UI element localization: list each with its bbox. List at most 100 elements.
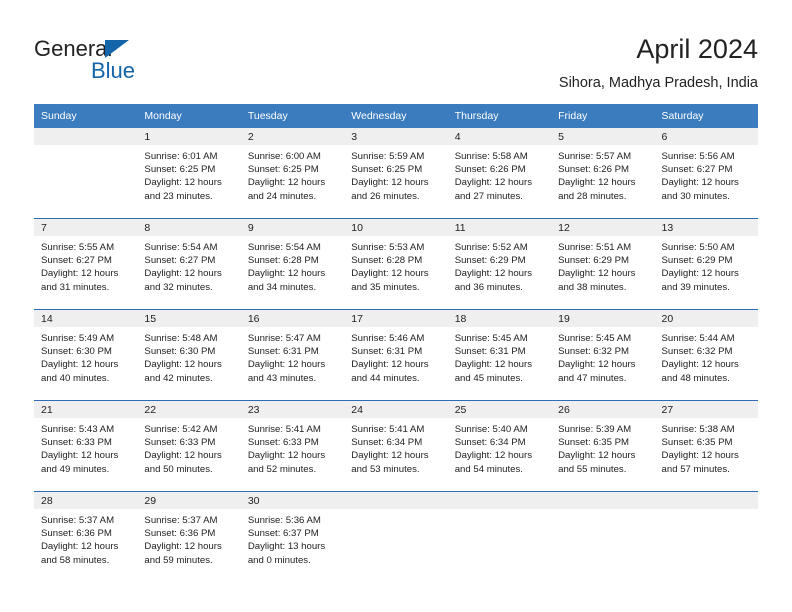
daylight-text-line2: and 55 minutes.	[558, 463, 627, 475]
daylight-text-line2: and 49 minutes.	[41, 463, 110, 475]
day-sun-info: Sunrise: 5:37 AM Sunset: 6:36 PM Daylight:…	[34, 509, 137, 567]
daylight-text-line1: Daylight: 12 hours	[558, 268, 636, 280]
day-sun-info: Sunrise: 5:53 AM Sunset: 6:28 PM Daylight:…	[344, 236, 447, 294]
day-cell[interactable]: 18 Sunrise: 5:45 AM Sunset: 6:31 PM Dayligh…	[447, 309, 552, 401]
day-number	[447, 492, 552, 509]
day-cell[interactable]: 9 Sunrise: 5:54 AM Sunset: 6:28 PM Daylight…	[240, 218, 345, 310]
day-number: 26	[551, 401, 655, 418]
day-cell[interactable]: 10 Sunrise: 5:53 AM Sunset: 6:28 PM Dayligh…	[344, 218, 448, 310]
day-sun-info: Sunrise: 5:54 AM Sunset: 6:28 PM Daylight:…	[241, 236, 344, 294]
day-cell[interactable]: 30 Sunrise: 5:36 AM Sunset: 6:37 PM Dayligh…	[240, 491, 345, 582]
calendar-body: 1 Sunrise: 6:01 AM Sunset: 6:25 PM Daylight…	[34, 128, 758, 582]
day-cell[interactable]: 8 Sunrise: 5:54 AM Sunset: 6:27 PM Daylight…	[137, 218, 241, 310]
day-cell[interactable]: 22 Sunrise: 5:42 AM Sunset: 6:33 PM Dayligh…	[137, 400, 241, 492]
daylight-text-line2: and 26 minutes.	[351, 190, 420, 202]
brand-name-blue: Blue	[91, 58, 136, 83]
page-subtitle: Sihora, Madhya Pradesh, India	[558, 75, 758, 91]
day-number: 4	[447, 128, 552, 145]
day-sun-info: Sunrise: 5:45 AM Sunset: 6:31 PM Daylight:…	[448, 327, 551, 385]
day-cell[interactable]: 26 Sunrise: 5:39 AM Sunset: 6:35 PM Dayligh…	[551, 400, 655, 492]
day-number: 8	[137, 219, 241, 236]
day-cell[interactable]: 7 Sunrise: 5:55 AM Sunset: 6:27 PM Daylight…	[34, 218, 138, 310]
day-cell[interactable]: 6 Sunrise: 5:56 AM Sunset: 6:27 PM Daylight…	[654, 128, 758, 219]
day-number: 17	[344, 310, 448, 327]
sunrise-text: Sunrise: 5:59 AM	[351, 151, 425, 162]
day-cell[interactable]: 19 Sunrise: 5:45 AM Sunset: 6:32 PM Dayligh…	[551, 309, 655, 401]
day-cell[interactable]: 13 Sunrise: 5:50 AM Sunset: 6:29 PM Dayligh…	[654, 218, 758, 310]
day-cell[interactable]: 20 Sunrise: 5:44 AM Sunset: 6:32 PM Dayligh…	[654, 309, 758, 401]
daylight-text-line1: Daylight: 12 hours	[558, 450, 636, 462]
day-sun-info: Sunrise: 5:37 AM Sunset: 6:36 PM Daylight:…	[137, 509, 240, 567]
day-cell[interactable]: 28 Sunrise: 5:37 AM Sunset: 6:36 PM Dayligh…	[34, 491, 138, 582]
day-cell-empty	[447, 491, 552, 582]
day-sun-info: Sunrise: 5:36 AM Sunset: 6:37 PM Daylight:…	[241, 509, 344, 567]
sunrise-text: Sunrise: 5:38 AM	[661, 424, 735, 435]
daylight-text-line2: and 30 minutes.	[661, 190, 730, 202]
day-cell[interactable]: 5 Sunrise: 5:57 AM Sunset: 6:26 PM Daylight…	[551, 128, 655, 219]
daylight-text-line2: and 0 minutes.	[247, 554, 311, 566]
daylight-text-line1: Daylight: 12 hours	[351, 450, 429, 462]
day-cell[interactable]: 23 Sunrise: 5:41 AM Sunset: 6:33 PM Dayligh…	[240, 400, 345, 492]
daylight-text-line1: Daylight: 12 hours	[558, 177, 636, 189]
sunrise-text: Sunrise: 5:53 AM	[351, 242, 425, 253]
day-cell[interactable]: 21 Sunrise: 5:43 AM Sunset: 6:33 PM Dayligh…	[34, 400, 138, 492]
day-cell[interactable]: 4 Sunrise: 5:58 AM Sunset: 6:26 PM Daylight…	[447, 128, 552, 219]
day-cell[interactable]: 1 Sunrise: 6:01 AM Sunset: 6:25 PM Daylight…	[137, 128, 241, 219]
sunset-text: Sunset: 6:31 PM	[351, 346, 423, 358]
calendar-page: General Blue April 2024 Sihora, Madhya P…	[0, 0, 792, 612]
day-cell[interactable]: 24 Sunrise: 5:41 AM Sunset: 6:34 PM Dayligh…	[344, 400, 448, 492]
daylight-text-line1: Daylight: 12 hours	[351, 268, 429, 280]
day-cell[interactable]: 29 Sunrise: 5:37 AM Sunset: 6:36 PM Dayligh…	[137, 491, 241, 582]
day-cell[interactable]: 16 Sunrise: 5:47 AM Sunset: 6:31 PM Dayligh…	[240, 309, 345, 401]
sunset-text: Sunset: 6:25 PM	[144, 164, 216, 176]
sunset-text: Sunset: 6:37 PM	[247, 528, 319, 540]
sunset-text: Sunset: 6:26 PM	[454, 164, 526, 176]
sunset-text: Sunset: 6:26 PM	[558, 164, 630, 176]
day-cell[interactable]: 2 Sunrise: 6:00 AM Sunset: 6:25 PM Daylight…	[240, 128, 345, 219]
sunset-text: Sunset: 6:27 PM	[144, 255, 216, 267]
daylight-text-line1: Daylight: 12 hours	[661, 177, 739, 189]
daylight-text-line2: and 32 minutes.	[144, 281, 213, 293]
daylight-text-line2: and 39 minutes.	[661, 281, 730, 293]
day-cell[interactable]: 17 Sunrise: 5:46 AM Sunset: 6:31 PM Dayligh…	[344, 309, 448, 401]
day-cell[interactable]: 15 Sunrise: 5:48 AM Sunset: 6:30 PM Dayligh…	[137, 309, 241, 401]
sunrise-text: Sunrise: 5:41 AM	[247, 424, 321, 435]
day-cell[interactable]: 25 Sunrise: 5:40 AM Sunset: 6:34 PM Dayligh…	[447, 400, 552, 492]
day-number: 9	[240, 219, 345, 236]
day-number: 29	[137, 492, 241, 509]
sunset-text: Sunset: 6:36 PM	[144, 528, 216, 540]
sunset-text: Sunset: 6:31 PM	[247, 346, 319, 358]
daylight-text-line1: Daylight: 12 hours	[41, 268, 119, 280]
day-number: 3	[344, 128, 448, 145]
day-number	[551, 492, 655, 509]
calendar-table: Sunday Monday Tuesday Wednesday Thursday…	[34, 104, 758, 582]
day-cell[interactable]: 12 Sunrise: 5:51 AM Sunset: 6:29 PM Dayligh…	[551, 218, 655, 310]
daylight-text-line1: Daylight: 12 hours	[351, 359, 429, 371]
day-sun-info: Sunrise: 5:49 AM Sunset: 6:30 PM Daylight:…	[34, 327, 137, 385]
daylight-text-line1: Daylight: 12 hours	[247, 359, 326, 371]
day-number	[34, 128, 138, 145]
daylight-text-line2: and 42 minutes.	[144, 372, 213, 384]
daylight-text-line1: Daylight: 12 hours	[454, 359, 533, 371]
weekday-header-wednesday: Wednesday	[344, 104, 448, 128]
day-sun-info: Sunrise: 5:41 AM Sunset: 6:33 PM Daylight:…	[241, 418, 344, 476]
day-sun-info: Sunrise: 5:54 AM Sunset: 6:27 PM Daylight:…	[137, 236, 240, 294]
day-sun-info: Sunrise: 5:58 AM Sunset: 6:26 PM Daylight:…	[448, 145, 551, 203]
day-cell[interactable]: 11 Sunrise: 5:52 AM Sunset: 6:29 PM Dayligh…	[447, 218, 552, 310]
sunrise-text: Sunrise: 5:56 AM	[661, 151, 735, 162]
day-cell[interactable]: 3 Sunrise: 5:59 AM Sunset: 6:25 PM Daylight…	[344, 128, 448, 219]
sunset-text: Sunset: 6:29 PM	[661, 255, 733, 267]
sunset-text: Sunset: 6:31 PM	[454, 346, 526, 358]
sunset-text: Sunset: 6:29 PM	[558, 255, 630, 267]
daylight-text-line1: Daylight: 12 hours	[247, 177, 326, 189]
daylight-text-line1: Daylight: 12 hours	[247, 268, 326, 280]
sunrise-text: Sunrise: 5:39 AM	[558, 424, 632, 435]
day-cell[interactable]: 27 Sunrise: 5:38 AM Sunset: 6:35 PM Dayligh…	[654, 400, 758, 492]
day-number	[344, 492, 448, 509]
sunset-text: Sunset: 6:33 PM	[41, 437, 112, 449]
daylight-text-line2: and 54 minutes.	[454, 463, 523, 475]
sunrise-text: Sunrise: 5:50 AM	[661, 242, 735, 253]
sunrise-text: Sunrise: 5:57 AM	[558, 151, 632, 162]
day-cell[interactable]: 14 Sunrise: 5:49 AM Sunset: 6:30 PM Dayligh…	[34, 309, 138, 401]
weekday-header-saturday: Saturday	[654, 104, 758, 128]
